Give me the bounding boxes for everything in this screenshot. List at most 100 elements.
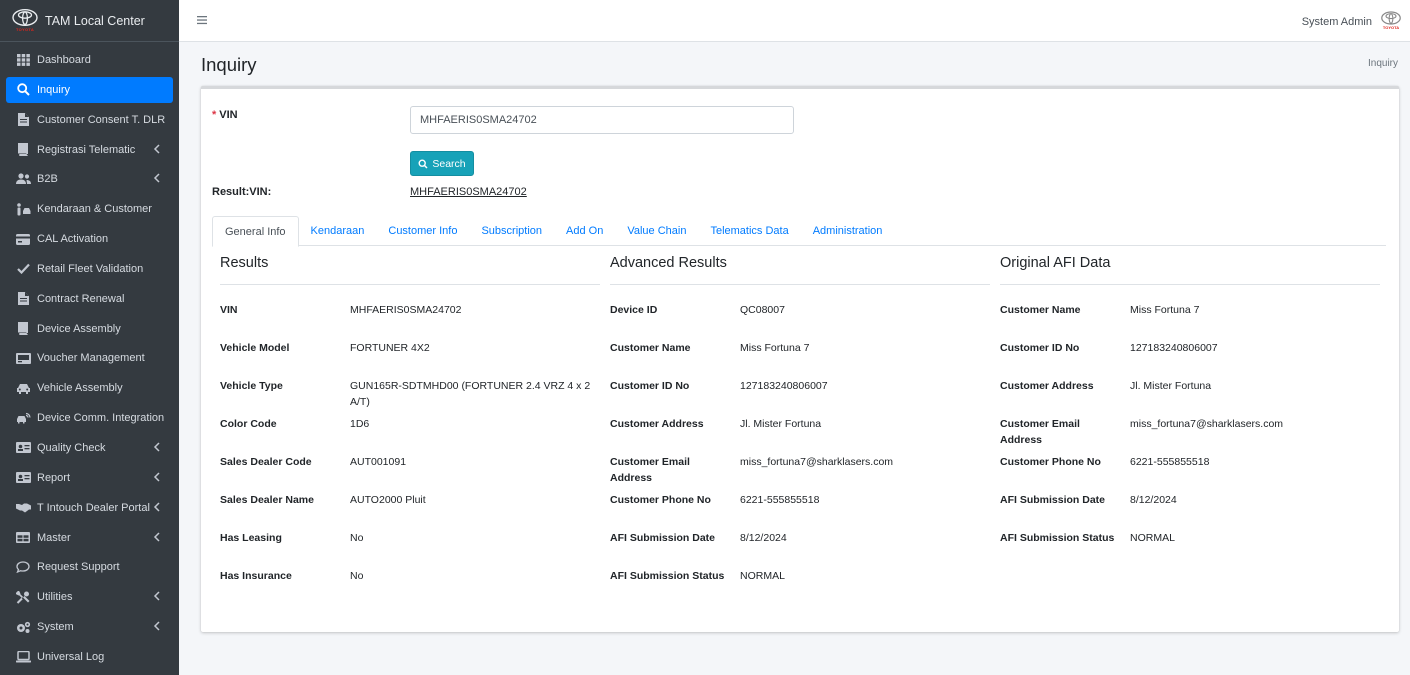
car-signal-icon (15, 411, 31, 425)
search-button-label: Search (432, 157, 466, 170)
id-card-icon (15, 441, 31, 455)
field-row-afi-submission-status: AFI Submission Status NORMAL (610, 569, 990, 607)
sidebar-item-kendaraan-customer[interactable]: Kendaraan & Customer (6, 196, 173, 222)
tab-administration[interactable]: Administration (801, 216, 895, 246)
chevron-left-icon[interactable] (153, 144, 163, 156)
sidebar-item-label: Universal Log (37, 650, 105, 663)
field-label: Customer Email Address (1000, 418, 1080, 446)
field-label: AFI Submission Status (1000, 532, 1115, 544)
sidebar-item-universal-log[interactable]: Universal Log (6, 644, 173, 670)
field-value: Jl. Mister Fortuna (1130, 380, 1212, 392)
hamburger-menu-icon[interactable] (196, 14, 208, 26)
topbar: System Admin TOYOTA (179, 0, 1410, 42)
sidebar: TOYOTA TAM Local Center Dashboard Inquiry… (0, 0, 179, 675)
sidebar-item-utilities[interactable]: Utilities (6, 584, 173, 610)
sidebar-item-vehicle-assembly[interactable]: Vehicle Assembly (6, 375, 173, 401)
section-results: Results VIN MHFAERIS0SMA24702 Vehicle Model… (220, 251, 600, 607)
chevron-left-icon[interactable] (153, 502, 163, 514)
check-icon (15, 262, 31, 276)
field-label: Sales Dealer Name (220, 494, 314, 506)
field-row-customer-id-no: Customer ID No 127183240806007 (610, 379, 990, 417)
sidebar-item-label: Utilities (37, 591, 73, 604)
gears-icon (15, 620, 31, 634)
field-value: No (350, 532, 364, 544)
toyota-logo-icon[interactable]: TOYOTA (1380, 11, 1402, 33)
field-row-customer-phone-no: Customer Phone No 6221-555855518 (610, 493, 990, 531)
handshake-icon (15, 501, 31, 515)
brand-logo-text: TOYOTA (15, 27, 35, 32)
sidebar-item-label: T Intouch Dealer Portal (37, 501, 150, 514)
field-row-customer-email-address: Customer Email Address miss_fortuna7@shar… (1000, 417, 1380, 455)
sidebar-item-report[interactable]: Report (6, 465, 173, 491)
required-marker: * (212, 109, 217, 121)
sidebar-item-master[interactable]: Master (6, 525, 173, 551)
sidebar-item-voucher-management[interactable]: Voucher Management (6, 345, 173, 371)
sidebar-item-contract-renewal[interactable]: Contract Renewal (6, 286, 173, 312)
field-label: AFI Submission Date (1000, 494, 1106, 506)
book-icon (15, 322, 31, 336)
file-icon (15, 113, 31, 127)
field-row-customer-id-no: Customer ID No 127183240806007 (1000, 341, 1380, 379)
chevron-left-icon[interactable] (153, 442, 163, 454)
chevron-left-icon[interactable] (153, 531, 163, 544)
sidebar-item-t-intouch-dealer-portal[interactable]: T Intouch Dealer Portal (6, 495, 173, 521)
sidebar-item-retail-fleet-validation[interactable]: Retail Fleet Validation (6, 256, 173, 282)
field-value: AUT001091 (350, 456, 407, 468)
sidebar-item-cal-activation[interactable]: CAL Activation (6, 226, 173, 252)
tab-value-chain[interactable]: Value Chain (615, 216, 698, 246)
tab-general-info[interactable]: General Info (212, 216, 299, 247)
field-value: AUTO2000 Pluit (350, 494, 426, 506)
user-name[interactable]: System Admin (1302, 16, 1372, 28)
field-value: MHFAERIS0SMA24702 (350, 304, 462, 316)
field-label: AFI Submission Status (610, 570, 725, 582)
tab-kendaraan[interactable]: Kendaraan (299, 216, 377, 246)
field-label: Device ID (610, 304, 658, 316)
sidebar-item-label: Kendaraan & Customer (37, 203, 152, 216)
tab-customer-info[interactable]: Customer Info (376, 216, 469, 246)
field-label: Customer Email Address (610, 456, 690, 484)
section-title: Original AFI Data (1000, 251, 1380, 285)
sidebar-item-system[interactable]: System (6, 614, 173, 640)
field-label: Customer ID No (610, 380, 690, 392)
vin-input[interactable] (410, 106, 794, 134)
inquiry-card: * VIN Search Result:VIN: MHFAERIS0SMA2470… (201, 86, 1399, 632)
field-label: Customer Phone No (610, 494, 711, 506)
field-row-customer-name: Customer Name Miss Fortuna 7 (610, 341, 990, 379)
field-label: VIN (220, 304, 238, 316)
sidebar-item-label: Retail Fleet Validation (37, 262, 144, 275)
sidebar-item-label: CAL Activation (37, 233, 109, 246)
section-original-afi-data: Original AFI Data Customer Name Miss Fortu… (1000, 251, 1380, 569)
sidebar-item-request-support[interactable]: Request Support (6, 554, 173, 580)
field-value: No (350, 570, 364, 582)
tab-add-on[interactable]: Add On (554, 216, 615, 246)
sidebar-item-b2b[interactable]: B2B (6, 166, 173, 192)
sidebar-item-device-assembly[interactable]: Device Assembly (6, 316, 173, 342)
field-label: Has Insurance (220, 570, 292, 582)
field-label: Customer Phone No (1000, 456, 1101, 468)
breadcrumb[interactable]: Inquiry (1368, 58, 1398, 69)
field-label: Color Code (220, 418, 277, 430)
chevron-left-icon[interactable] (153, 472, 163, 484)
sidebar-item-label: System (37, 621, 74, 634)
field-value: 6221-555855518 (740, 494, 820, 506)
field-value: GUN165R-SDTMHD00 (FORTUNER 2.4 VRZ 4 x 2… (350, 380, 591, 408)
sidebar-item-label: B2B (37, 173, 58, 186)
chevron-left-icon[interactable] (153, 621, 163, 633)
file-icon (15, 292, 31, 306)
search-button[interactable]: Search (410, 151, 474, 176)
brand[interactable]: TOYOTA TAM Local Center (0, 0, 179, 42)
chat-icon (15, 560, 31, 574)
result-label: Result:VIN: (212, 186, 272, 198)
sidebar-item-registrasi-telematic[interactable]: Registrasi Telematic (6, 137, 173, 163)
sidebar-item-device-comm-integration[interactable]: Device Comm. Integration (6, 405, 173, 431)
sidebar-item-customer-consent-t-dlr[interactable]: Customer Consent T. DLR (6, 107, 173, 133)
chevron-left-icon[interactable] (153, 591, 163, 603)
result-vin[interactable]: MHFAERIS0SMA24702 (410, 186, 527, 198)
tab-telematics-data[interactable]: Telematics Data (698, 216, 800, 246)
sidebar-item-dashboard[interactable]: Dashboard (6, 47, 173, 73)
sidebar-item-inquiry[interactable]: Inquiry (6, 76, 173, 103)
sidebar-nav: Dashboard Inquiry Customer Consent T. DLR R… (0, 42, 179, 670)
tab-subscription[interactable]: Subscription (469, 216, 554, 246)
chevron-left-icon[interactable] (153, 173, 163, 185)
sidebar-item-quality-check[interactable]: Quality Check (6, 435, 173, 461)
